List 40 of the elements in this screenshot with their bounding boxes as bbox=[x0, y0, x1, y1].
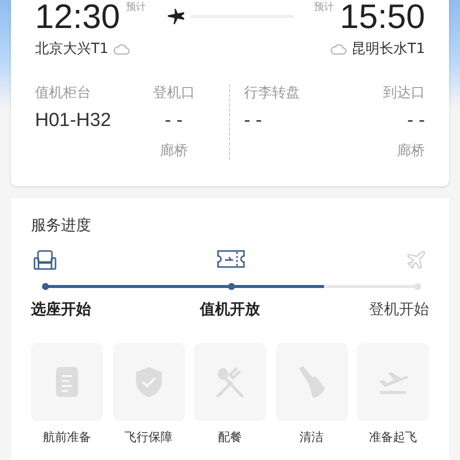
info-label: 值机柜台 bbox=[35, 84, 91, 102]
service-tile[interactable] bbox=[194, 343, 266, 421]
service-label: 准备起飞 bbox=[369, 429, 417, 446]
departure-time: 12:30 bbox=[35, 0, 120, 34]
service-label: 飞行保障 bbox=[124, 429, 172, 446]
departure-airport: 北京大兴T1 bbox=[35, 40, 108, 58]
shield-icon bbox=[134, 366, 162, 398]
airplane-icon bbox=[166, 6, 186, 26]
service-tile[interactable] bbox=[31, 343, 103, 421]
info-value: - - bbox=[244, 110, 262, 133]
takeoff-icon bbox=[377, 369, 409, 395]
info-note: 廊桥 bbox=[397, 142, 425, 160]
info-label: 到达口 bbox=[383, 84, 425, 102]
info-label: 登机口 bbox=[152, 84, 195, 102]
info-value: H01-H32 bbox=[35, 110, 112, 133]
estimate-label: 预计 bbox=[314, 0, 334, 14]
info-value: - - bbox=[407, 110, 425, 133]
step-label: 登机开始 bbox=[369, 300, 429, 319]
step-label: 选座开始 bbox=[31, 300, 91, 319]
step-label: 值机开放 bbox=[200, 300, 260, 319]
section-title: 服务进度 bbox=[31, 216, 92, 235]
service-label: 航前准备 bbox=[43, 429, 91, 446]
cloud-icon bbox=[330, 44, 347, 54]
service-tile[interactable] bbox=[357, 343, 429, 421]
estimate-label: 预计 bbox=[126, 0, 146, 14]
seat-icon bbox=[33, 249, 57, 271]
service-label: 配餐 bbox=[218, 429, 242, 446]
arrival-airport: 昆明长水T1 bbox=[352, 40, 425, 58]
ticket-icon bbox=[217, 249, 245, 269]
document-icon bbox=[56, 367, 78, 397]
service-tile[interactable] bbox=[112, 343, 184, 421]
service-label: 清洁 bbox=[300, 429, 324, 446]
info-label: 行李转盘 bbox=[244, 84, 300, 102]
cutlery-icon bbox=[214, 366, 246, 398]
service-tile[interactable] bbox=[276, 343, 348, 421]
arrival-time: 15:50 bbox=[340, 0, 425, 34]
info-value: - - bbox=[164, 110, 183, 133]
info-note: 廊桥 bbox=[160, 142, 188, 160]
airplane-icon bbox=[405, 249, 427, 271]
cloud-icon bbox=[113, 44, 130, 54]
